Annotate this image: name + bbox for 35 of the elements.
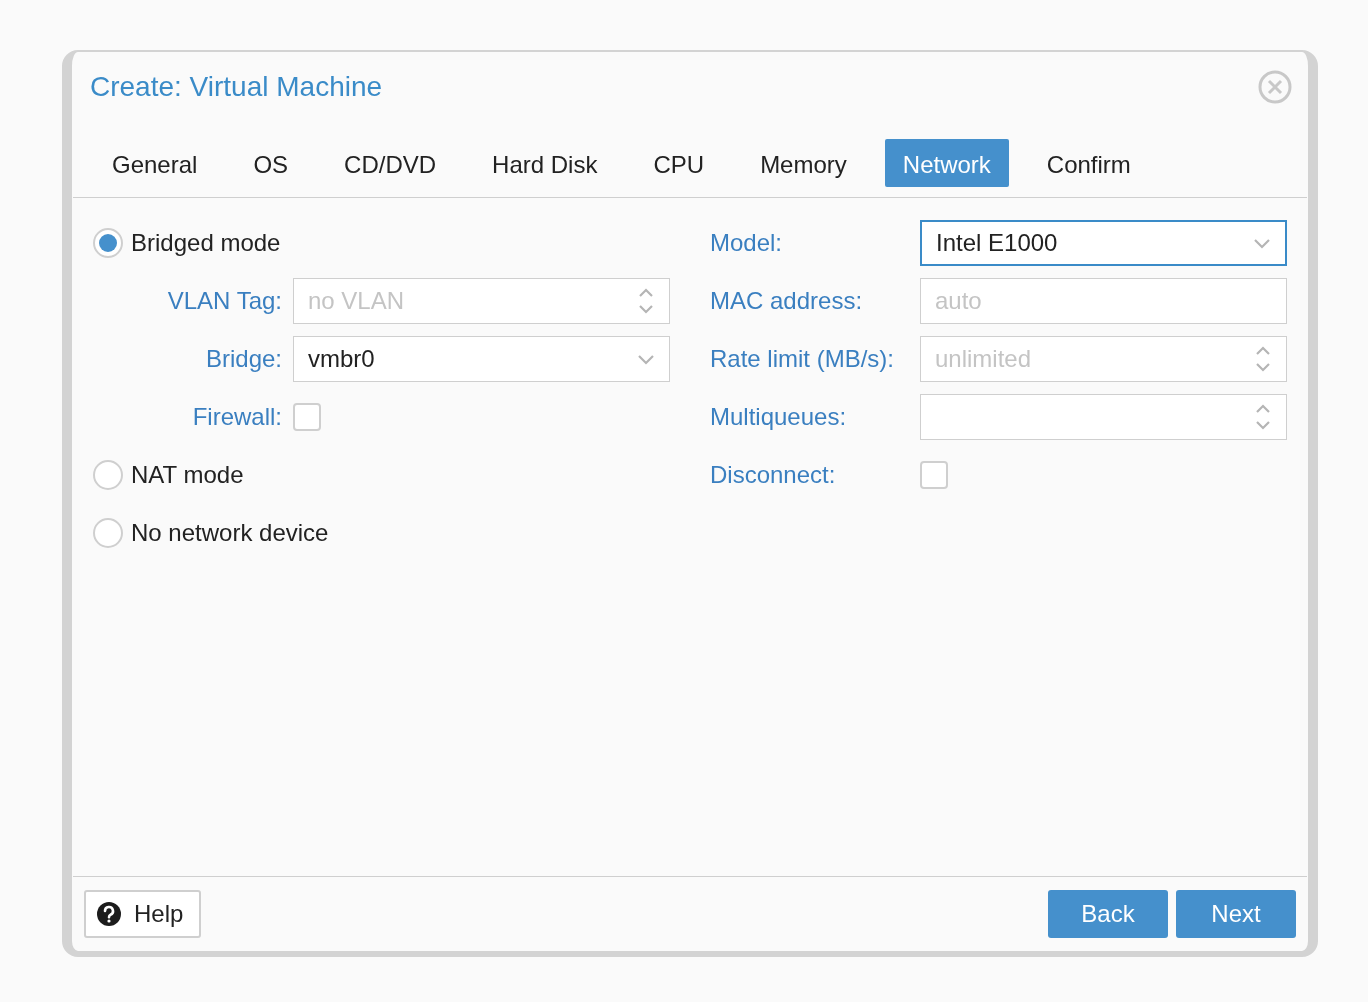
close-icon[interactable]	[1258, 70, 1292, 104]
radio-button[interactable]	[93, 460, 123, 490]
chevron-down-icon[interactable]	[1253, 237, 1271, 249]
field-label: Firewall:	[191, 402, 283, 432]
field-label: VLAN Tag:	[166, 286, 283, 316]
tab[interactable]: CPU	[635, 138, 723, 187]
number-field[interactable]	[920, 394, 1287, 440]
radio-label[interactable]: NAT mode	[131, 457, 244, 493]
tab[interactable]: OS	[235, 138, 307, 187]
field-label: Disconnect:	[710, 460, 837, 490]
radio-label[interactable]: No network device	[131, 515, 329, 551]
tab[interactable]: Memory	[742, 138, 865, 187]
tab[interactable]: General	[94, 138, 216, 187]
checkbox[interactable]	[920, 461, 948, 489]
radio-label[interactable]: Bridged mode	[131, 225, 281, 261]
field-label: MAC address:	[710, 286, 864, 316]
spinner-icon[interactable]	[1254, 403, 1272, 431]
window-title: Create: Virtual Machine	[90, 70, 383, 104]
field-label: Bridge:	[204, 344, 283, 374]
field-label: Multiqueues:	[710, 402, 848, 432]
spinner-icon[interactable]	[637, 287, 655, 315]
dropdown-field[interactable]: Intel E1000	[920, 220, 1287, 266]
chevron-down-icon[interactable]	[637, 353, 655, 365]
field-label: Rate limit (MB/s):	[710, 344, 895, 374]
tab[interactable]: Hard Disk	[474, 138, 616, 187]
help-button[interactable]: Help	[84, 890, 202, 938]
spinner-icon[interactable]	[1254, 345, 1272, 373]
tab[interactable]: Confirm	[1028, 138, 1149, 187]
help-icon	[96, 901, 122, 927]
tab[interactable]: CD/DVD	[326, 138, 455, 187]
field-label: Model:	[710, 228, 784, 258]
radio-button[interactable]	[93, 518, 123, 548]
dropdown-field[interactable]: vmbr0	[293, 336, 670, 382]
checkbox[interactable]	[293, 403, 321, 431]
radio-button[interactable]	[93, 228, 123, 258]
